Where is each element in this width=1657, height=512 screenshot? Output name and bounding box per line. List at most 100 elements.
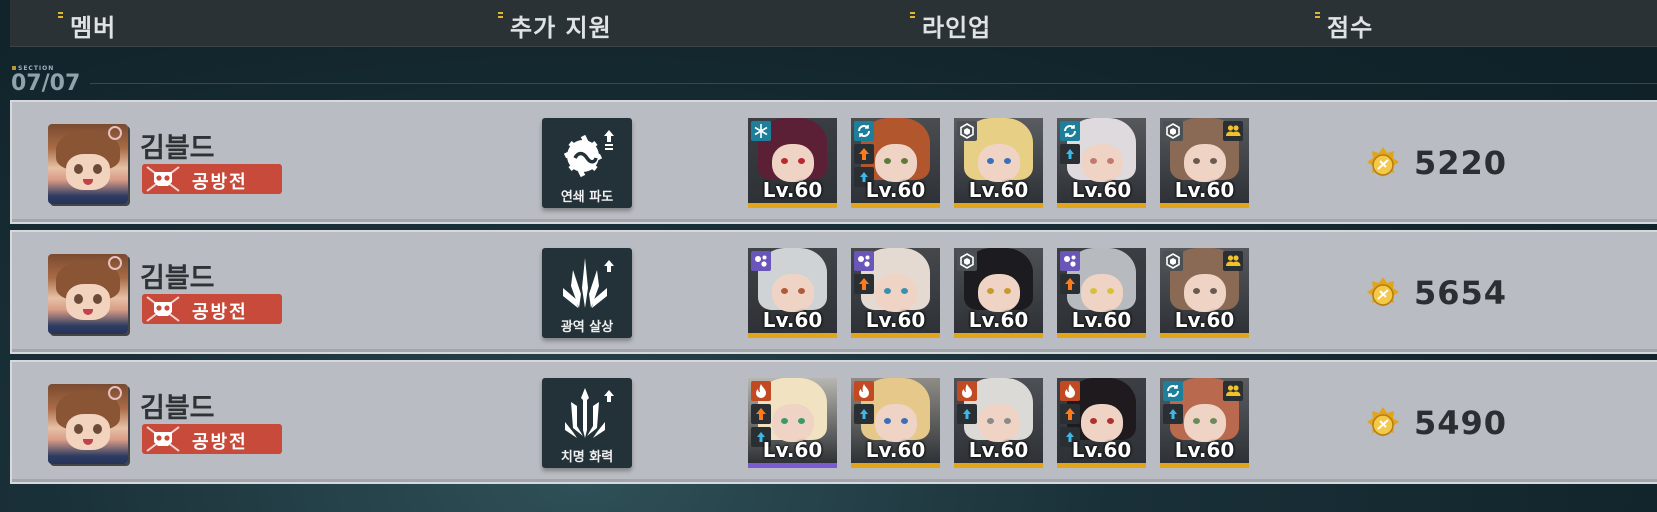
section-divider — [90, 83, 1657, 84]
cycle-icon — [1163, 381, 1183, 401]
member-row[interactable]: 김블드 공방전 연쇄 파도 Lv.60 Lv.60 Lv.60 Lv.60 Lv… — [10, 100, 1657, 224]
hexagon-shield-icon — [1163, 251, 1183, 271]
fire-icon — [957, 381, 977, 401]
player-avatar[interactable] — [48, 254, 128, 334]
lineup-unit[interactable]: Lv.60 — [748, 248, 837, 338]
support-skill-label: 광역 살상 — [560, 320, 614, 335]
lineup-unit[interactable]: Lv.60 — [954, 248, 1043, 338]
friend-support-icon — [1223, 251, 1243, 271]
header-score-label: 점수 — [1327, 14, 1374, 42]
fire-icon — [1060, 381, 1080, 401]
attack-up-icon — [854, 274, 874, 294]
mode-badge: 공방전 — [142, 164, 282, 194]
member-row[interactable]: 김블드 공방전 치명 화력 Lv.60 Lv.60 Lv.60 Lv.60 Lv… — [10, 360, 1657, 484]
hexagon-shield-icon — [957, 251, 977, 271]
area-kill-spikes-icon — [563, 258, 614, 308]
player-name: 김블드 — [140, 133, 215, 164]
siege-skull-icon — [146, 426, 180, 452]
header-support-label: 추가 지원 — [510, 14, 612, 42]
speed-up-icon — [957, 404, 977, 424]
lineup-unit[interactable]: Lv.60 — [851, 378, 940, 468]
orbs-icon — [1060, 251, 1080, 271]
score-medal-icon — [1367, 147, 1399, 177]
chain-wave-gear-icon — [563, 130, 614, 178]
hexagon-shield-icon — [957, 121, 977, 141]
support-skill-label: 치명 화력 — [560, 450, 614, 465]
attack-up-icon — [854, 144, 874, 164]
support-skill-label: 연쇄 파도 — [560, 190, 614, 205]
lineup-unit[interactable]: Lv.60 — [851, 248, 940, 338]
lineup-unit[interactable]: Lv.60 — [1057, 118, 1146, 208]
lineup-unit[interactable]: Lv.60 — [748, 118, 837, 208]
score-value: 5220 — [1414, 144, 1508, 182]
mode-badge-label: 공방전 — [192, 302, 248, 323]
lineup-unit[interactable]: Lv.60 — [1160, 118, 1249, 208]
unit-level: Lv.60 — [1174, 438, 1235, 462]
header-support: 추가 지원 — [498, 8, 612, 43]
section-counter: 07/07 — [11, 71, 81, 96]
unit-level: Lv.60 — [865, 308, 926, 332]
unit-level: Lv.60 — [762, 308, 823, 332]
siege-skull-icon — [146, 296, 180, 322]
lineup-unit[interactable]: Lv.60 — [1160, 248, 1249, 338]
player-name: 김블드 — [140, 393, 215, 424]
score-value: 5490 — [1414, 404, 1508, 442]
lineup-unit[interactable]: Lv.60 — [954, 378, 1043, 468]
unit-level: Lv.60 — [1071, 178, 1132, 202]
friend-support-icon — [1223, 121, 1243, 141]
member-row[interactable]: 김블드 공방전 광역 살상 Lv.60 Lv.60 Lv.60 Lv.60 Lv… — [10, 230, 1657, 354]
unit-level: Lv.60 — [865, 438, 926, 462]
mode-badge: 공방전 — [142, 294, 282, 324]
unit-level: Lv.60 — [762, 178, 823, 202]
player-name: 김블드 — [140, 263, 215, 294]
player-avatar[interactable] — [48, 124, 128, 204]
cycle-icon — [854, 121, 874, 141]
orbs-icon — [751, 251, 771, 271]
unit-level: Lv.60 — [968, 438, 1029, 462]
unit-level: Lv.60 — [1174, 308, 1235, 332]
unit-level: Lv.60 — [1071, 438, 1132, 462]
lineup-unit[interactable]: Lv.60 — [1057, 378, 1146, 468]
siege-skull-icon — [146, 166, 180, 192]
speed-up-icon — [1163, 404, 1183, 424]
attack-up-icon — [751, 404, 771, 424]
attack-up-icon — [1060, 274, 1080, 294]
speed-up-icon — [1060, 144, 1080, 164]
unit-level: Lv.60 — [1174, 178, 1235, 202]
player-avatar[interactable] — [48, 384, 128, 464]
fire-icon — [854, 381, 874, 401]
header-lineup-label: 라인업 — [922, 14, 992, 42]
hexagon-shield-icon — [1163, 121, 1183, 141]
speed-up-icon — [854, 404, 874, 424]
unit-level: Lv.60 — [1071, 308, 1132, 332]
lineup-unit[interactable]: Lv.60 — [1160, 378, 1249, 468]
lineup-unit[interactable]: Lv.60 — [851, 118, 940, 208]
mode-badge-label: 공방전 — [192, 432, 248, 453]
header-score: 점수 — [1315, 8, 1374, 43]
unit-level: Lv.60 — [865, 178, 926, 202]
score-medal-icon — [1367, 407, 1399, 437]
support-skill-tile[interactable]: 연쇄 파도 — [542, 118, 632, 208]
mode-badge-label: 공방전 — [192, 172, 248, 193]
cycle-icon — [1060, 121, 1080, 141]
unit-level: Lv.60 — [968, 178, 1029, 202]
support-skill-tile[interactable]: 광역 살상 — [542, 248, 632, 338]
lineup-unit[interactable]: Lv.60 — [1057, 248, 1146, 338]
lineup-unit[interactable]: Lv.60 — [954, 118, 1043, 208]
orbs-icon — [854, 251, 874, 271]
score-value: 5654 — [1414, 274, 1508, 312]
friend-support-icon — [1223, 381, 1243, 401]
support-skill-tile[interactable]: 치명 화력 — [542, 378, 632, 468]
mode-badge: 공방전 — [142, 424, 282, 454]
table-header: 멤버 추가 지원 라인업 점수 — [10, 0, 1657, 47]
header-lineup: 라인업 — [910, 8, 992, 43]
unit-level: Lv.60 — [968, 308, 1029, 332]
critical-fire-trident-icon — [565, 388, 614, 438]
snowflake-icon — [751, 121, 771, 141]
header-member: 멤버 — [58, 8, 117, 43]
attack-up-icon — [1060, 404, 1080, 424]
fire-icon — [751, 381, 771, 401]
header-member-label: 멤버 — [70, 14, 117, 42]
unit-level: Lv.60 — [762, 438, 823, 462]
lineup-unit[interactable]: Lv.60 — [748, 378, 837, 468]
